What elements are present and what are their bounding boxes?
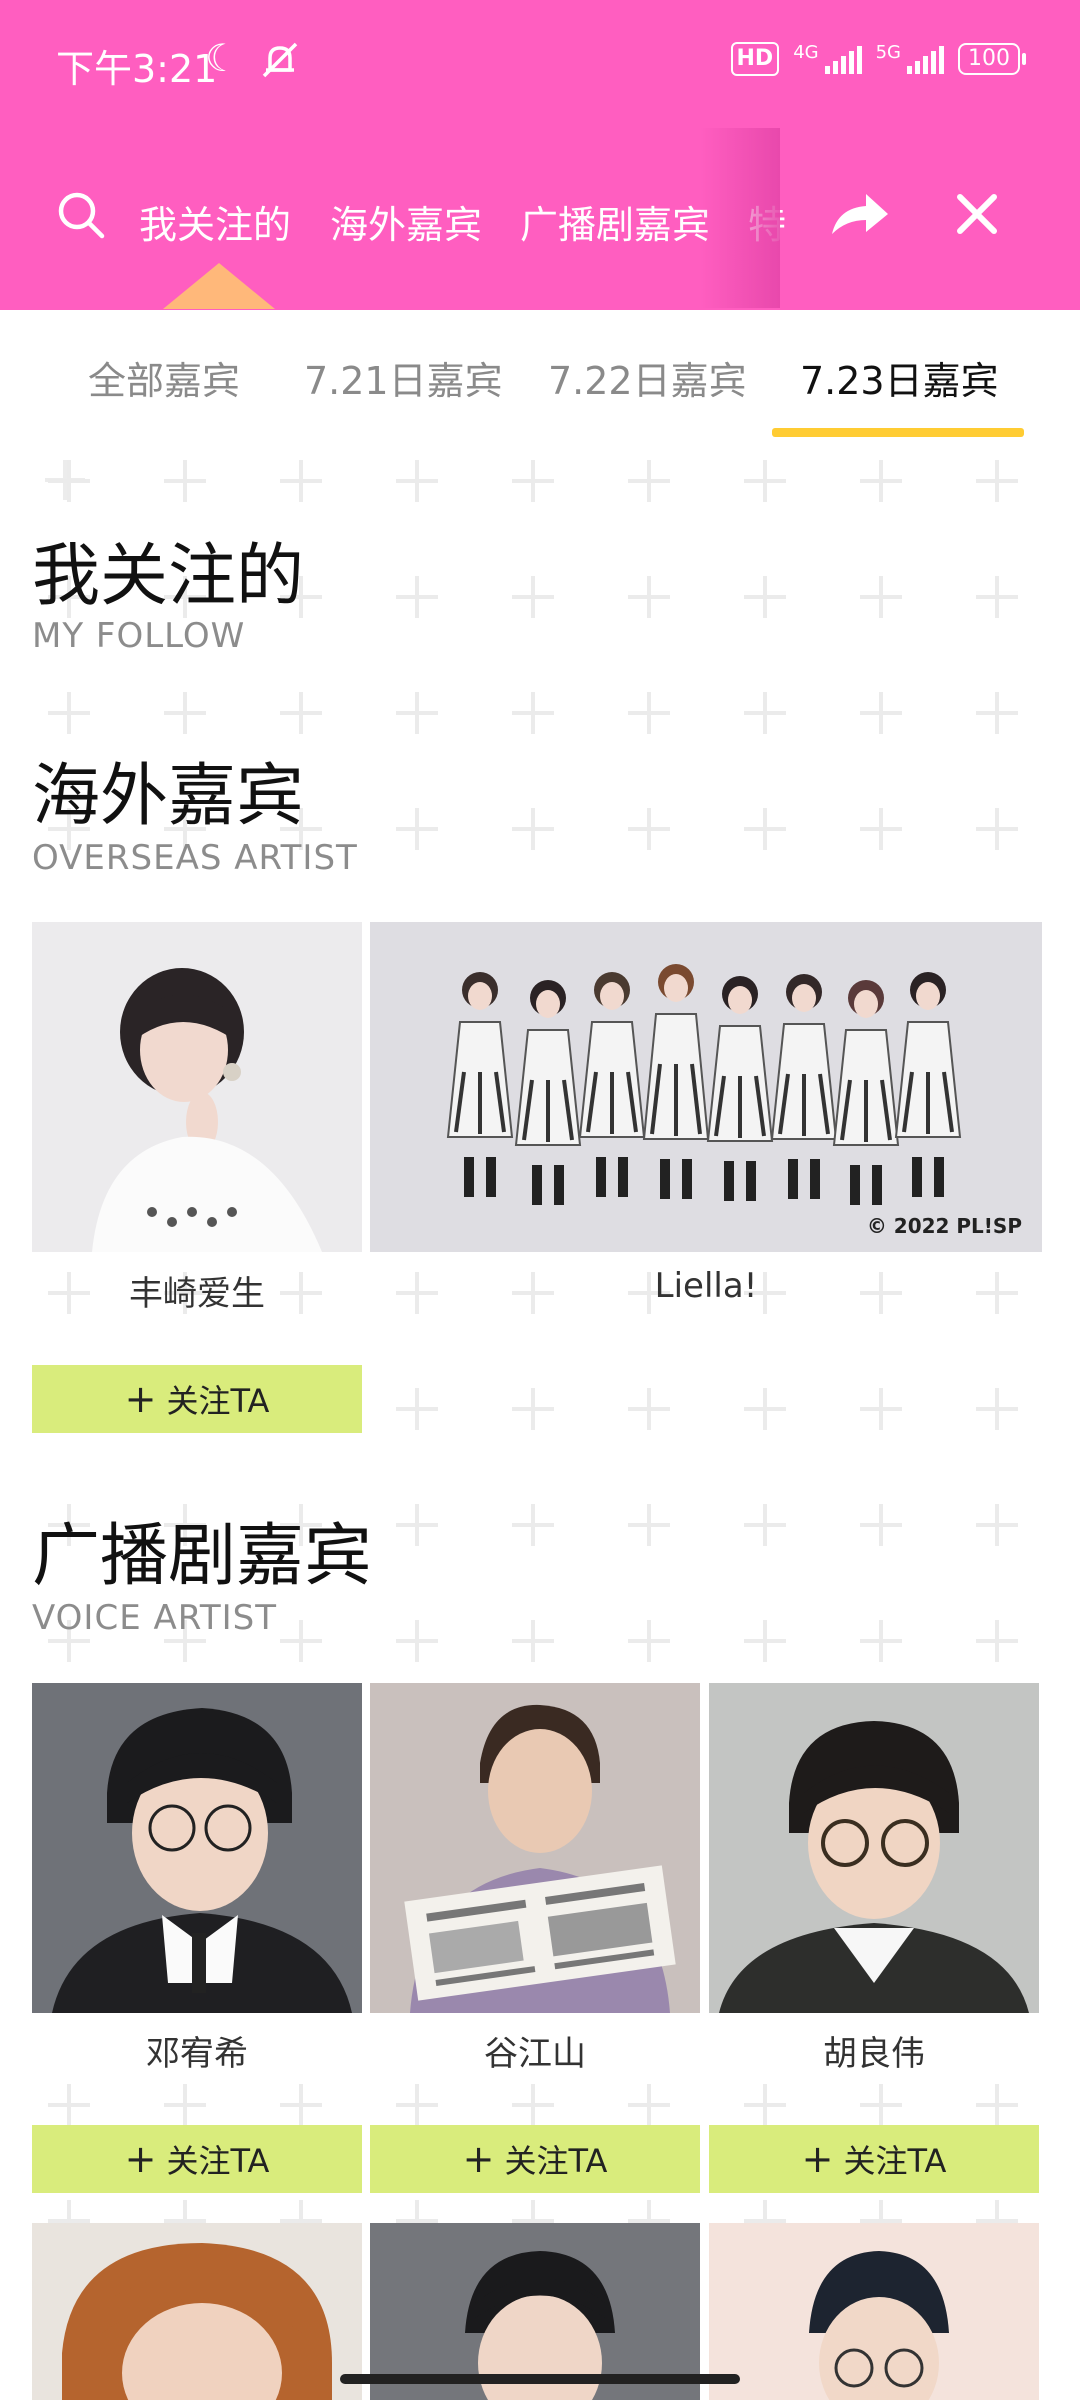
follow-label: 关注TA	[504, 2142, 608, 2180]
follow-button-hu[interactable]: + 关注TA	[709, 2125, 1039, 2193]
plus-icon: +	[801, 2137, 834, 2181]
mute-icon	[258, 40, 302, 84]
network-5g: 5G	[875, 42, 901, 63]
plus-icon: +	[124, 2137, 157, 2181]
nav-item-overseas[interactable]: 海外嘉宾	[330, 194, 482, 249]
portrait-image	[709, 1683, 1039, 2013]
nav-active-indicator	[163, 263, 275, 309]
plus-icon: +	[124, 1377, 157, 1421]
tab-all[interactable]: 全部嘉宾	[88, 350, 240, 405]
section-title-voice: 广播剧嘉宾	[32, 1517, 373, 1596]
search-icon[interactable]	[56, 190, 108, 246]
network-4g: 4G	[793, 42, 819, 63]
artist-name-gu: 谷江山	[484, 2034, 586, 2074]
plus-icon: +	[462, 2137, 495, 2181]
tab-0721[interactable]: 7.21日嘉宾	[304, 350, 503, 405]
guest-list[interactable]: 我关注的 MY FOLLOW 海外嘉宾 OVERSEAS ARTIST 丰崎爱生	[0, 440, 1080, 2400]
section-title-overseas: 海外嘉宾	[32, 757, 305, 836]
hd-icon: HD	[730, 42, 780, 76]
portrait-image	[370, 1683, 700, 2013]
status-right: HD 4G 5G 100	[730, 42, 1026, 76]
photo-credit: © 2022 PL!SP	[866, 1214, 1022, 1238]
portrait-image	[32, 2223, 362, 2400]
artist-photo-deng[interactable]	[32, 1683, 362, 2013]
follow-button-toyosaki[interactable]: + 关注TA	[32, 1365, 362, 1433]
tab-0723[interactable]: 7.23日嘉宾	[800, 350, 999, 405]
group-image	[370, 922, 1042, 1252]
tab-0722[interactable]: 7.22日嘉宾	[548, 350, 747, 405]
section-subtitle-follow: MY FOLLOW	[32, 616, 246, 656]
artist-name-toyosaki: 丰崎爱生	[129, 1274, 265, 1314]
artist-photo-toyosaki[interactable]	[32, 922, 362, 1252]
section-subtitle-overseas: OVERSEAS ARTIST	[32, 838, 358, 878]
artist-photo-next-1[interactable]	[32, 2223, 362, 2400]
nav-item-my-follow[interactable]: 我关注的	[139, 194, 291, 249]
portrait-image	[32, 1683, 362, 2013]
category-nav: 我关注的 海外嘉宾 广播剧嘉宾 特	[0, 128, 786, 309]
battery-icon: 100	[958, 43, 1026, 75]
header: 下午3:21 ☾ HD 4G 5G 100 我关注的 海外嘉宾 广播剧嘉宾	[0, 0, 1080, 310]
signal-icon-2	[907, 44, 944, 74]
artist-photo-next-3[interactable]	[709, 2223, 1039, 2400]
section-subtitle-voice: VOICE ARTIST	[32, 1598, 278, 1638]
artist-name-hu: 胡良伟	[823, 2034, 925, 2074]
follow-button-deng[interactable]: + 关注TA	[32, 2125, 362, 2193]
follow-label: 关注TA	[166, 1382, 270, 1420]
artist-name-liella: Liella!	[654, 1266, 758, 1306]
status-bar: 下午3:21 ☾ HD 4G 5G 100	[0, 0, 1080, 120]
artist-name-deng: 邓宥希	[146, 2034, 248, 2074]
date-tabs: 全部嘉宾 7.21日嘉宾 7.22日嘉宾 7.23日嘉宾	[0, 310, 1080, 440]
follow-label: 关注TA	[166, 2142, 270, 2180]
artist-photo-gu[interactable]	[370, 1683, 700, 2013]
share-icon[interactable]	[828, 190, 890, 242]
artist-photo-hu[interactable]	[709, 1683, 1039, 2013]
moon-icon: ☾	[205, 36, 240, 80]
nav-fade	[700, 128, 780, 308]
follow-label: 关注TA	[843, 2142, 947, 2180]
home-indicator[interactable]	[340, 2374, 740, 2384]
tab-active-underline	[772, 428, 1024, 437]
artist-photo-liella[interactable]: © 2022 PL!SP	[370, 922, 1042, 1252]
portrait-image	[32, 922, 362, 1252]
follow-button-gu[interactable]: + 关注TA	[370, 2125, 700, 2193]
status-time: 下午3:21	[56, 47, 218, 91]
section-title-follow: 我关注的	[32, 537, 305, 616]
signal-icon	[824, 44, 862, 74]
portrait-image	[709, 2223, 1039, 2400]
close-icon[interactable]	[955, 192, 999, 240]
nav-item-voice[interactable]: 广播剧嘉宾	[520, 194, 710, 249]
